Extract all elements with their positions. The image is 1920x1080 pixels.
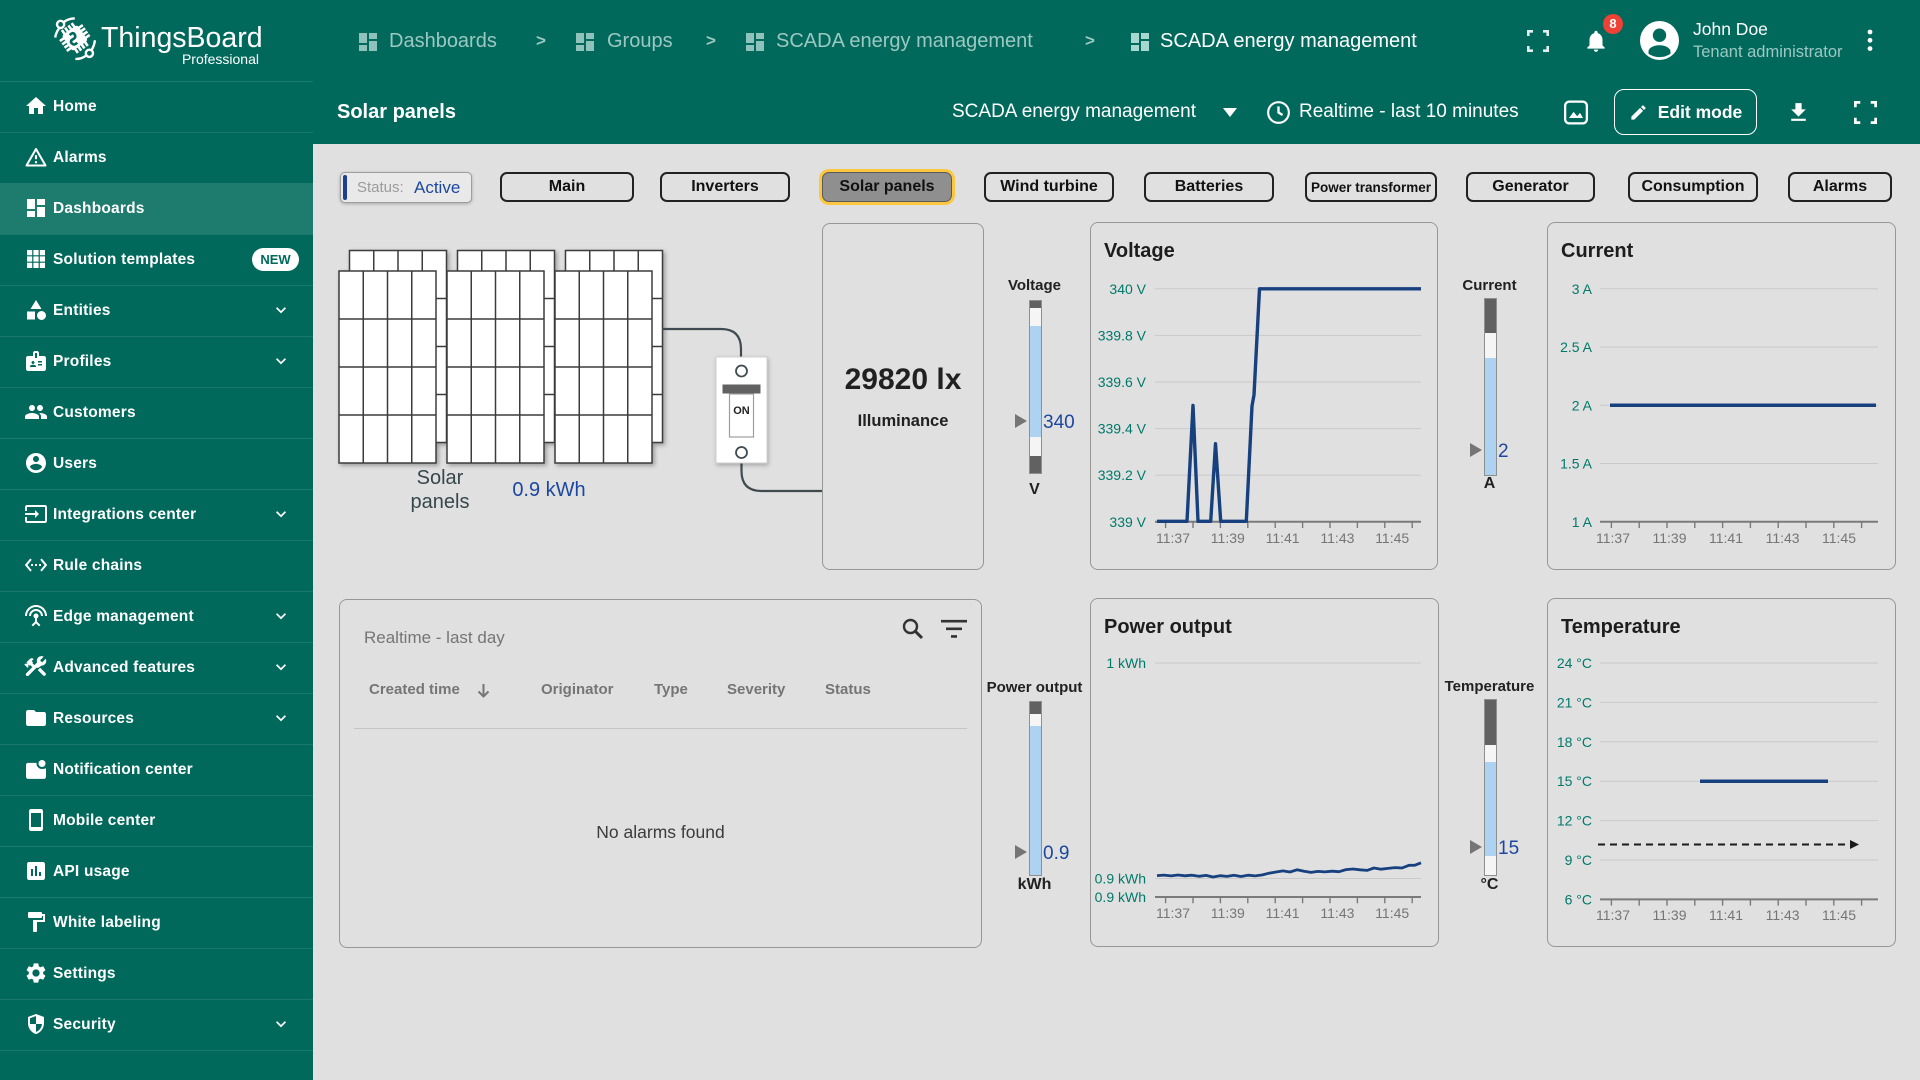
svg-text:11:45: 11:45 [1822, 530, 1856, 546]
svg-text:11:41: 11:41 [1709, 907, 1743, 923]
svg-text:1 A: 1 A [1572, 514, 1593, 530]
svg-text:11:41: 11:41 [1266, 905, 1300, 921]
svg-text:11:41: 11:41 [1709, 530, 1743, 546]
svg-text:18 °C: 18 °C [1557, 734, 1592, 750]
svg-text:339 V: 339 V [1109, 514, 1146, 530]
svg-text:24 °C: 24 °C [1557, 655, 1592, 671]
svg-text:11:43: 11:43 [1320, 905, 1354, 921]
svg-text:11:43: 11:43 [1766, 907, 1800, 923]
svg-text:2.5 A: 2.5 A [1560, 339, 1593, 355]
svg-text:11:45: 11:45 [1375, 905, 1409, 921]
svg-text:21 °C: 21 °C [1557, 694, 1592, 710]
svg-text:3 A: 3 A [1572, 281, 1593, 297]
svg-text:9 °C: 9 °C [1565, 852, 1592, 868]
svg-text:1 kWh: 1 kWh [1106, 655, 1146, 671]
svg-text:11:37: 11:37 [1156, 905, 1190, 921]
svg-text:6 °C: 6 °C [1565, 891, 1592, 907]
svg-text:11:37: 11:37 [1596, 907, 1630, 923]
svg-text:15 °C: 15 °C [1557, 773, 1592, 789]
svg-text:11:43: 11:43 [1320, 530, 1354, 546]
svg-text:340 V: 340 V [1109, 281, 1146, 297]
svg-text:11:39: 11:39 [1653, 530, 1687, 546]
svg-text:12 °C: 12 °C [1557, 813, 1592, 829]
svg-text:11:45: 11:45 [1375, 530, 1409, 546]
svg-text:11:39: 11:39 [1653, 907, 1687, 923]
svg-text:1.5 A: 1.5 A [1560, 456, 1593, 472]
svg-text:11:39: 11:39 [1211, 905, 1245, 921]
svg-text:11:37: 11:37 [1596, 530, 1630, 546]
svg-text:11:39: 11:39 [1211, 530, 1245, 546]
svg-text:2 A: 2 A [1572, 397, 1593, 413]
svg-text:ON: ON [733, 405, 750, 417]
svg-text:11:43: 11:43 [1766, 530, 1800, 546]
svg-text:11:41: 11:41 [1266, 530, 1300, 546]
svg-text:339.6 V: 339.6 V [1098, 374, 1147, 390]
svg-text:339.2 V: 339.2 V [1098, 467, 1147, 483]
svg-text:339.8 V: 339.8 V [1098, 327, 1147, 343]
svg-text:11:45: 11:45 [1822, 907, 1856, 923]
svg-text:0.9 kWh: 0.9 kWh [1095, 889, 1146, 905]
svg-text:11:37: 11:37 [1156, 530, 1190, 546]
svg-text:0.9 kWh: 0.9 kWh [1095, 871, 1146, 887]
svg-text:339.4 V: 339.4 V [1098, 421, 1147, 437]
